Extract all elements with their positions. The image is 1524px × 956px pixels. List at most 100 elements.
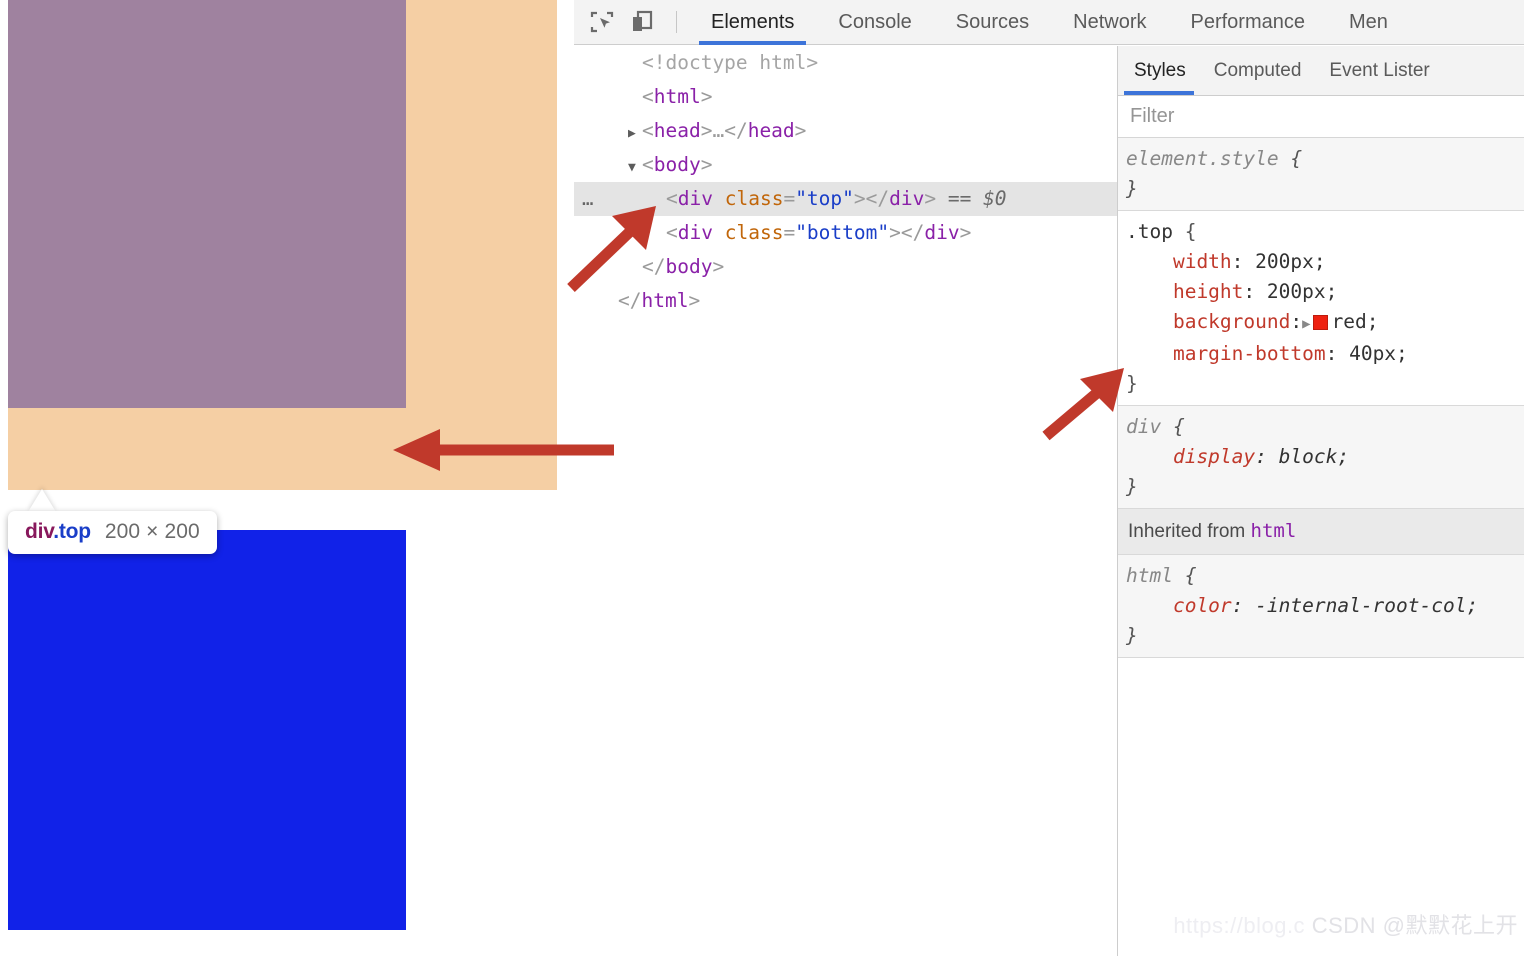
dom-node-row[interactable]: </html> xyxy=(574,284,1117,318)
css-property-value[interactable]: block; xyxy=(1267,445,1349,468)
dom-token: > xyxy=(889,221,901,244)
dom-token: > xyxy=(794,119,807,142)
bottom-div-element[interactable] xyxy=(8,530,406,930)
css-property-name[interactable]: background xyxy=(1126,310,1290,333)
chevron-right-icon[interactable]: ▶ xyxy=(1302,316,1310,332)
dom-node-content: <div class="top"></div> == $0 xyxy=(652,187,1007,210)
css-rule[interactable]: .top { width: 200px; height: 200px; back… xyxy=(1118,211,1524,406)
styles-panel: Styles Computed Event Lister element.sty… xyxy=(1118,46,1524,956)
tooltip-pointer-icon xyxy=(28,489,56,512)
css-declaration[interactable]: height: 200px; xyxy=(1126,277,1524,307)
tab-network[interactable]: Network xyxy=(1051,0,1168,45)
css-property-value[interactable]: 200px; xyxy=(1243,250,1325,273)
css-rule-selector-line[interactable]: div { xyxy=(1126,412,1524,442)
tab-memory[interactable]: Men xyxy=(1327,0,1410,45)
dom-node-row[interactable]: </body> xyxy=(574,250,1117,284)
dom-token: > xyxy=(688,289,701,312)
css-property-value[interactable]: red; xyxy=(1332,310,1379,333)
css-rule[interactable]: element.style {} xyxy=(1118,138,1524,211)
dom-token: < xyxy=(642,85,654,108)
css-declaration[interactable]: display: block; xyxy=(1126,442,1524,472)
css-close-brace: } xyxy=(1126,475,1138,498)
tab-elements[interactable]: Elements xyxy=(689,0,816,45)
css-colon: : xyxy=(1255,445,1267,468)
dom-token: "bottom" xyxy=(795,221,890,244)
css-colon: : xyxy=(1231,250,1244,273)
css-property-name[interactable]: display xyxy=(1126,445,1255,468)
dom-token: < xyxy=(666,187,678,210)
css-declaration[interactable]: width: 200px; xyxy=(1126,247,1524,277)
dom-token: < xyxy=(666,221,678,244)
css-open-brace: { xyxy=(1172,564,1197,587)
dom-node-row[interactable]: <!doctype html> xyxy=(574,46,1117,80)
dom-token: </ xyxy=(642,255,666,278)
css-property-value[interactable]: 200px; xyxy=(1255,280,1337,303)
inherited-source[interactable]: html xyxy=(1251,520,1297,542)
dom-node-ellipsis-badge[interactable]: … xyxy=(582,182,595,216)
dom-token: > xyxy=(959,221,972,244)
css-property-value[interactable]: -internal-root-col; xyxy=(1243,594,1478,617)
tab-event-listeners[interactable]: Event Lister xyxy=(1315,46,1443,95)
css-property-name[interactable]: height xyxy=(1126,280,1243,303)
tab-performance[interactable]: Performance xyxy=(1169,0,1328,45)
styles-tab-bar: Styles Computed Event Lister xyxy=(1118,46,1524,96)
css-colon: : xyxy=(1325,342,1338,365)
dom-node-content: ▶ <head>…</head> xyxy=(628,119,806,142)
css-declaration[interactable]: background:▶ red; xyxy=(1126,307,1524,339)
css-declaration[interactable]: color: -internal-root-col; xyxy=(1126,591,1524,621)
tab-sources[interactable]: Sources xyxy=(934,0,1051,45)
dom-node-row[interactable]: <html> xyxy=(574,80,1117,114)
dom-token: < xyxy=(642,119,654,142)
dom-token: = xyxy=(783,221,796,244)
css-rule[interactable]: html { color: -internal-root-col;} xyxy=(1118,555,1524,658)
dom-token: > xyxy=(700,119,713,142)
color-swatch[interactable] xyxy=(1312,315,1328,330)
dom-node-row[interactable]: ▶ <head>…</head> xyxy=(574,114,1117,148)
page-viewport: div.top 200 × 200 xyxy=(0,0,574,956)
css-declaration[interactable]: margin-bottom: 40px; xyxy=(1126,339,1524,369)
styles-filter-input[interactable] xyxy=(1118,96,1524,137)
devtools-tab-bar: Elements Console Sources Network Perform… xyxy=(689,0,1410,45)
dom-token: html xyxy=(641,289,689,312)
css-rule-selector-line[interactable]: html { xyxy=(1126,561,1524,591)
tab-computed[interactable]: Computed xyxy=(1200,46,1316,95)
css-rule[interactable]: div { display: block;} xyxy=(1118,406,1524,509)
dom-node-row[interactable]: <div class="bottom"></div> xyxy=(574,216,1117,250)
device-toolbar-icon[interactable] xyxy=(622,2,662,42)
css-selector[interactable]: .top xyxy=(1126,220,1173,243)
dom-token: = xyxy=(783,187,796,210)
css-close-brace: } xyxy=(1126,372,1138,395)
css-rule-selector-line[interactable]: element.style { xyxy=(1126,144,1524,174)
tooltip-element-selector: div.top xyxy=(25,520,91,544)
tooltip-class-name: .top xyxy=(53,520,91,543)
css-property-value[interactable]: 40px; xyxy=(1337,342,1408,365)
dom-token xyxy=(713,187,725,210)
css-selector[interactable]: html xyxy=(1126,564,1173,587)
css-property-name[interactable]: width xyxy=(1126,250,1232,273)
css-property-name[interactable]: color xyxy=(1126,594,1232,617)
dom-token: </ xyxy=(900,221,925,244)
css-open-brace: { xyxy=(1172,220,1197,243)
dom-token: > xyxy=(700,153,713,176)
dom-token: head xyxy=(653,119,701,142)
dom-token xyxy=(713,221,725,244)
chevron-right-icon[interactable]: ▶ xyxy=(628,117,642,151)
dom-token: </ xyxy=(618,289,642,312)
css-property-name[interactable]: margin-bottom xyxy=(1126,342,1326,365)
tab-console[interactable]: Console xyxy=(816,0,933,45)
dom-node-row[interactable]: ▼ <body> xyxy=(574,148,1117,182)
dom-node-content: </html> xyxy=(604,289,700,312)
watermark-brand: CSDN xyxy=(1311,913,1377,938)
tab-styles[interactable]: Styles xyxy=(1118,46,1200,95)
dom-token: > xyxy=(853,187,866,210)
css-close-brace: } xyxy=(1126,177,1138,200)
dom-node-row-selected[interactable]: … <div class="top"></div> == $0 xyxy=(574,182,1117,216)
css-selector[interactable]: element.style xyxy=(1126,147,1279,170)
dom-token: <!doctype html> xyxy=(642,51,819,74)
css-selector[interactable]: div xyxy=(1126,415,1161,438)
dom-tree-panel[interactable]: <!doctype html> <html> ▶ <head>…</head> ▼ <bo… xyxy=(574,46,1118,956)
chevron-down-icon[interactable]: ▼ xyxy=(628,151,642,185)
css-rule-selector-line[interactable]: .top { xyxy=(1126,217,1524,247)
inspect-element-icon[interactable] xyxy=(582,2,622,42)
devtools-pane: Elements Console Sources Network Perform… xyxy=(574,0,1524,956)
